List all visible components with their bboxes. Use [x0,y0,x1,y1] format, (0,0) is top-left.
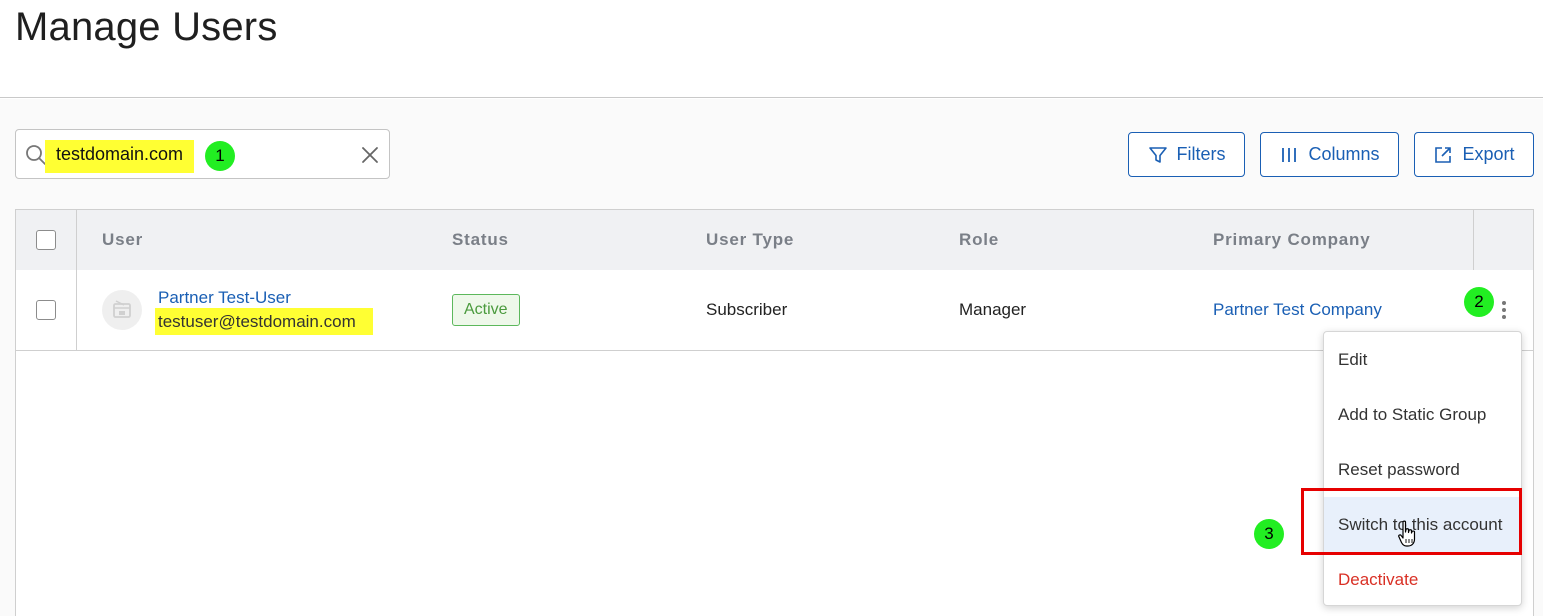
columns-label: Columns [1308,144,1380,164]
row-actions-menu: Edit Add to Static Group Reset password … [1323,331,1522,606]
step-badge-1: 1 [205,141,235,171]
export-label: Export [1462,144,1515,164]
user-placeholder-icon [113,300,131,318]
menu-item-add-to-static-group[interactable]: Add to Static Group [1324,387,1521,442]
step-badge-3: 3 [1254,519,1284,549]
avatar [102,290,142,330]
external-link-icon [1435,146,1452,163]
select-all-checkbox[interactable] [36,230,56,250]
filters-label: Filters [1176,144,1226,164]
table-empty-area [16,351,1533,616]
search-value[interactable]: testdomain.com [56,144,183,165]
page-title: Manage Users [15,5,278,49]
user-type-cell: Subscriber [706,300,788,319]
filter-icon [1148,146,1167,163]
menu-item-deactivate[interactable]: Deactivate [1324,552,1521,607]
search-input[interactable]: testdomain.com [15,129,390,179]
column-divider [1473,210,1474,270]
close-icon[interactable] [360,145,380,165]
role-cell: Manager [959,300,1027,319]
column-divider [76,210,77,350]
status-badge: Active [452,294,520,326]
row-checkbox[interactable] [36,300,56,320]
user-email: testuser@testdomain.com [158,312,356,331]
table-row: Partner Test-User testuser@testdomain.co… [16,270,1533,351]
column-header-role[interactable]: Role [959,230,999,250]
primary-company-link[interactable]: Partner Test Company [1213,300,1382,320]
column-header-primary-company[interactable]: Primary Company [1213,230,1371,250]
columns-button[interactable]: Columns [1260,132,1399,177]
column-header-user[interactable]: User [102,230,143,250]
hand-pointer-icon [1398,520,1416,547]
column-header-user-type[interactable]: User Type [706,230,794,250]
table-header: User Status User Type Role Primary Compa… [16,210,1533,270]
more-vertical-icon[interactable] [1496,299,1512,323]
page-header: Manage Users [0,0,1543,98]
column-header-status[interactable]: Status [452,230,509,250]
filters-button[interactable]: Filters [1128,132,1245,177]
export-button[interactable]: Export [1414,132,1534,177]
user-name-link[interactable]: Partner Test-User [158,288,291,308]
columns-icon [1282,147,1297,162]
step-badge-2: 2 [1464,287,1494,317]
menu-item-edit[interactable]: Edit [1324,332,1521,387]
